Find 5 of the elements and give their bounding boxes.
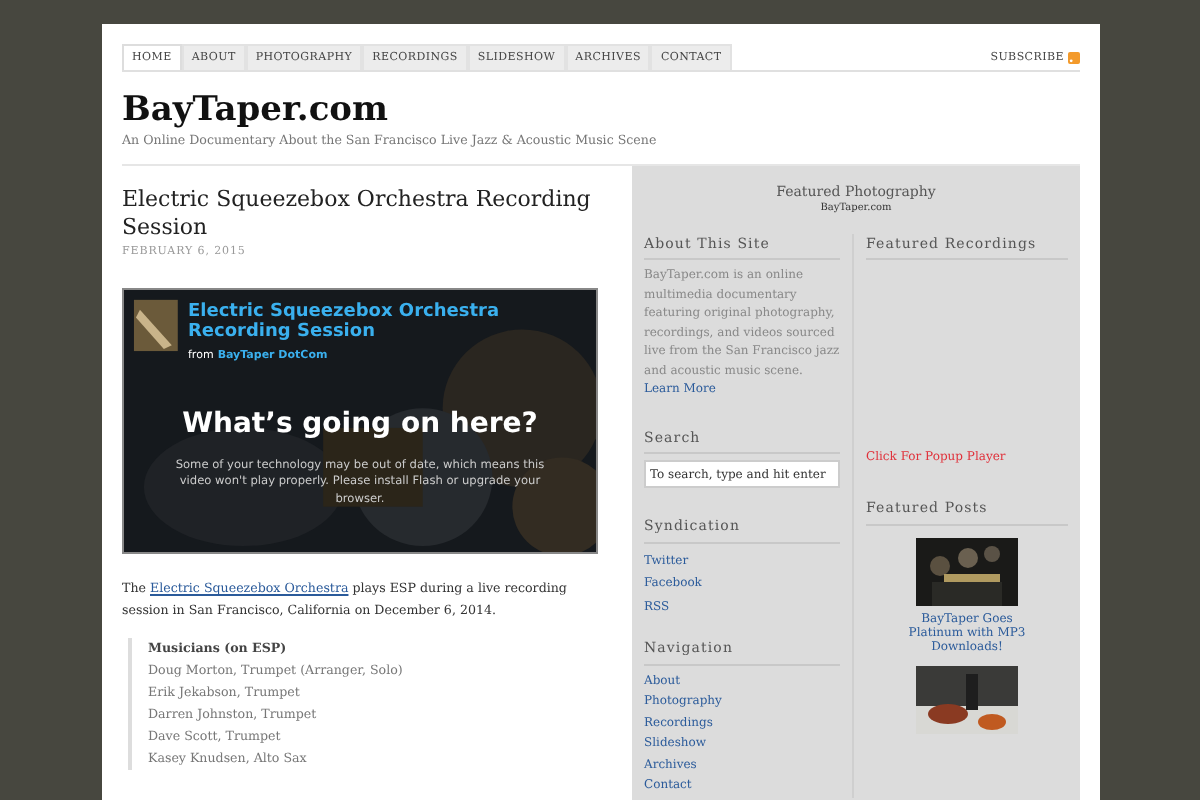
site-title: BayTaper.com (122, 88, 390, 133)
post-title: Electric Squeezebox Orchestra Recording Session (122, 185, 593, 242)
video-heading: What’s going on here? (182, 405, 538, 444)
video-title: Electric Squeezebox Orchestra Recording Session (188, 301, 502, 342)
rss-icon (1068, 51, 1080, 64)
